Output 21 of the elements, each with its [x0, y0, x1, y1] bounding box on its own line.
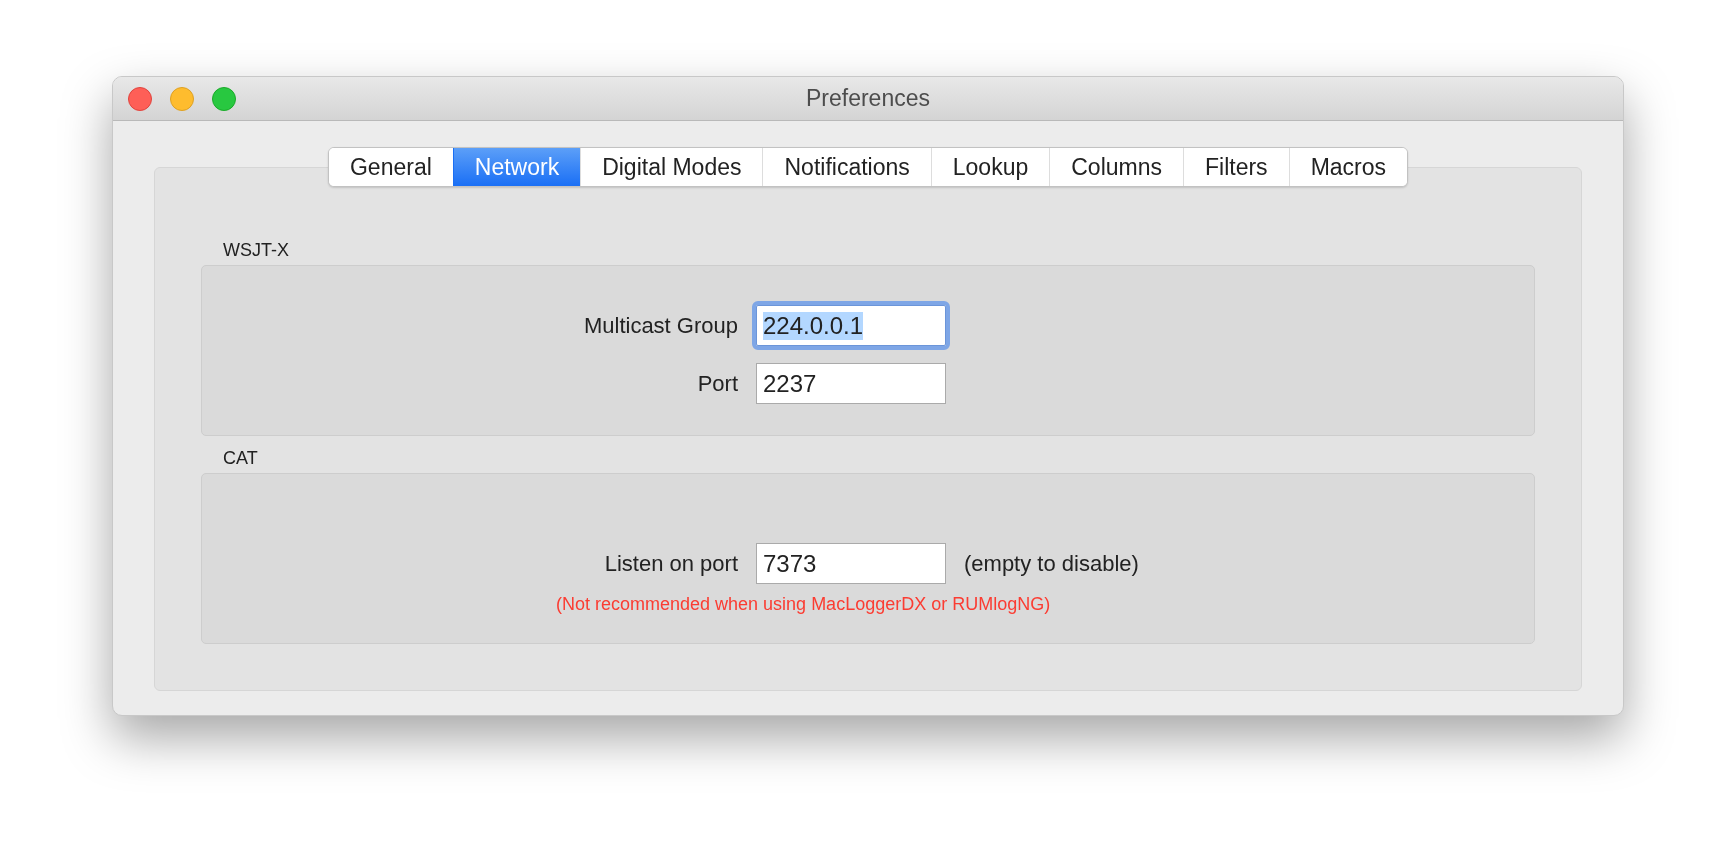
text-field[interactable]: 7373	[756, 543, 946, 584]
group-title: WSJT-X	[223, 240, 290, 261]
tab[interactable]: Macros	[1288, 148, 1408, 186]
tab[interactable]: Network	[452, 148, 581, 186]
group-title: CAT	[223, 448, 259, 469]
zoom-button[interactable]	[212, 86, 236, 111]
tab[interactable]: General	[328, 148, 453, 186]
field-hint: (empty to disable)	[964, 550, 1140, 577]
tab[interactable]: Columns	[1049, 148, 1183, 186]
window-title: Preferences	[806, 85, 930, 111]
text-field[interactable]: 2237	[756, 363, 946, 404]
field-label: Port	[697, 370, 738, 397]
tab[interactable]: Notifications	[762, 148, 931, 186]
warning-text: (Not recommended when using MacLoggerDX or RUMlogNG)	[556, 594, 1051, 615]
minimize-button[interactable]	[170, 86, 194, 111]
close-button[interactable]	[128, 86, 152, 111]
tab[interactable]: Digital Modes	[580, 148, 763, 186]
field-label: Listen on port	[604, 550, 738, 577]
tab[interactable]: Filters	[1183, 148, 1289, 186]
field-label: Multicast Group	[583, 312, 738, 339]
tab[interactable]: Lookup	[930, 148, 1050, 186]
